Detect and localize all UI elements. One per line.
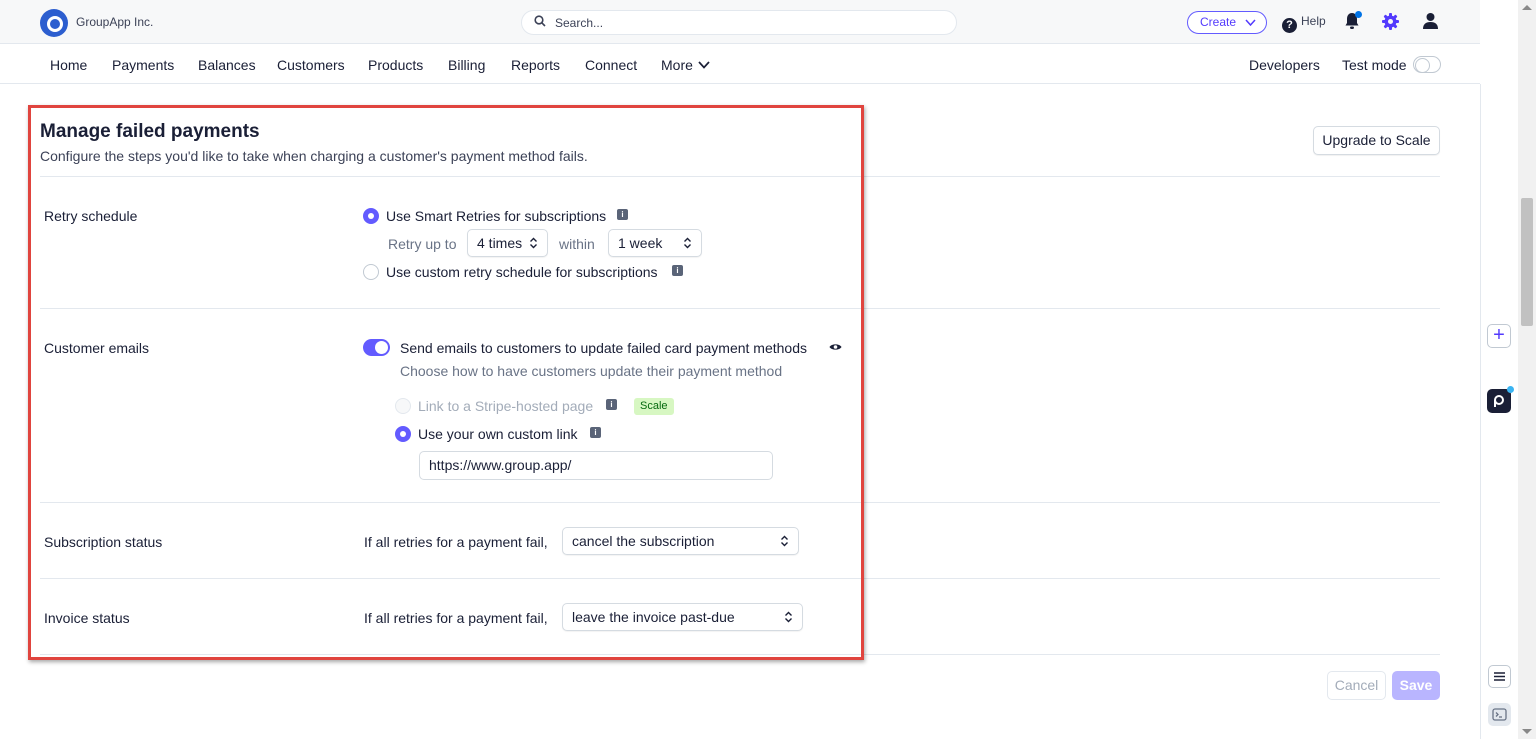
up-down-icon xyxy=(530,237,537,249)
up-down-icon xyxy=(785,611,792,623)
nav-more-label: More xyxy=(661,57,693,73)
custom-link-input[interactable]: https://www.group.app/ xyxy=(419,451,773,480)
invoice-status-select[interactable]: leave the invoice past-due xyxy=(562,603,803,631)
account-button[interactable] xyxy=(1422,12,1439,33)
up-down-icon xyxy=(781,535,788,547)
retry-times-value: 4 times xyxy=(477,235,523,251)
apps-button[interactable] xyxy=(1487,386,1514,413)
plus-icon: + xyxy=(1493,324,1505,346)
test-mode-toggle[interactable] xyxy=(1413,56,1441,73)
nav-item-balances[interactable]: Balances xyxy=(198,57,256,73)
custom-link-value: https://www.group.app/ xyxy=(429,457,572,473)
customer-emails-label: Customer emails xyxy=(44,340,150,356)
terminal-button[interactable] xyxy=(1488,703,1511,726)
create-button[interactable]: Create xyxy=(1187,11,1267,34)
search-bar[interactable]: Search... xyxy=(521,10,957,35)
subscription-prefix: If all retries for a payment fail, xyxy=(364,534,548,550)
divider xyxy=(40,578,1440,579)
nav-item-customers[interactable]: Customers xyxy=(277,57,345,73)
create-label: Create xyxy=(1200,15,1237,29)
page-subtitle: Configure the steps you'd like to take w… xyxy=(40,148,588,164)
company-name[interactable]: GroupApp Inc. xyxy=(76,15,153,29)
scroll-up-arrow[interactable] xyxy=(1522,5,1532,10)
save-button[interactable]: Save xyxy=(1392,671,1440,700)
send-emails-toggle[interactable] xyxy=(363,339,390,356)
subscription-status-select[interactable]: cancel the subscription xyxy=(562,527,799,555)
eye-icon[interactable] xyxy=(829,342,842,352)
help-button[interactable]: ? Help xyxy=(1282,14,1326,33)
main-nav: Home Payments Balances Customers Product… xyxy=(0,44,1480,84)
app-icon xyxy=(1494,395,1504,407)
list-icon xyxy=(1494,672,1505,681)
settings-button[interactable] xyxy=(1382,13,1399,33)
help-icon: ? xyxy=(1282,18,1297,33)
scale-badge: Scale xyxy=(634,398,674,415)
notifications-button[interactable] xyxy=(1344,11,1362,33)
subscription-status-label: Subscription status xyxy=(44,534,163,550)
company-logo[interactable] xyxy=(40,9,68,37)
cancel-button[interactable]: Cancel xyxy=(1327,671,1386,700)
retry-up-to-label: Retry up to xyxy=(388,236,457,252)
add-button[interactable]: + xyxy=(1487,324,1511,348)
app-status-dot xyxy=(1507,386,1514,393)
nav-item-connect[interactable]: Connect xyxy=(585,57,637,73)
info-icon[interactable]: i xyxy=(617,209,628,220)
invoice-prefix: If all retries for a payment fail, xyxy=(364,610,548,626)
info-icon[interactable]: i xyxy=(606,399,617,410)
retry-schedule-label: Retry schedule xyxy=(44,208,138,224)
nav-item-payments[interactable]: Payments xyxy=(112,57,174,73)
top-bar: GroupApp Inc. Search... Create ? Help xyxy=(0,0,1480,44)
search-icon xyxy=(534,15,546,27)
nav-item-developers[interactable]: Developers xyxy=(1249,57,1320,73)
smart-retries-label[interactable]: Use Smart Retries for subscriptions xyxy=(386,208,606,224)
custom-link-radio[interactable] xyxy=(395,426,411,442)
choose-method-text: Choose how to have customers update thei… xyxy=(400,363,783,379)
smart-retries-radio[interactable] xyxy=(363,208,379,224)
scroll-down-arrow[interactable] xyxy=(1522,729,1532,734)
retry-period-select[interactable]: 1 week xyxy=(608,229,702,257)
chevron-down-icon xyxy=(698,61,710,69)
retry-times-select[interactable]: 4 times xyxy=(467,229,548,257)
custom-link-label[interactable]: Use your own custom link xyxy=(418,426,578,442)
test-mode-label: Test mode xyxy=(1342,57,1407,73)
within-label: within xyxy=(559,236,595,252)
divider xyxy=(40,654,1440,655)
send-emails-label: Send emails to customers to update faile… xyxy=(400,340,807,356)
invoice-status-label: Invoice status xyxy=(44,610,130,626)
user-icon xyxy=(1423,13,1438,29)
divider xyxy=(40,502,1440,503)
divider xyxy=(40,176,1440,177)
retry-period-value: 1 week xyxy=(618,235,663,251)
help-label: Help xyxy=(1301,14,1326,28)
scroll-thumb[interactable] xyxy=(1521,198,1533,326)
nav-item-more[interactable]: More xyxy=(661,57,710,73)
subscription-status-value: cancel the subscription xyxy=(572,533,715,549)
upgrade-button[interactable]: Upgrade to Scale xyxy=(1313,126,1440,155)
up-down-icon xyxy=(684,237,691,249)
invoice-status-value: leave the invoice past-due xyxy=(572,609,735,625)
search-input[interactable]: Search... xyxy=(555,16,603,30)
chevron-down-icon xyxy=(1245,19,1256,27)
stripe-hosted-label: Link to a Stripe-hosted page xyxy=(418,398,594,414)
custom-retry-label[interactable]: Use custom retry schedule for subscripti… xyxy=(386,264,658,280)
nav-item-reports[interactable]: Reports xyxy=(511,57,560,73)
page-scrollbar[interactable] xyxy=(1518,0,1536,739)
notification-dot xyxy=(1355,11,1362,18)
page-title: Manage failed payments xyxy=(40,121,260,142)
nav-item-products[interactable]: Products xyxy=(368,57,423,73)
info-icon[interactable]: i xyxy=(590,427,601,438)
highlight-box xyxy=(28,105,864,660)
nav-item-home[interactable]: Home xyxy=(50,57,87,73)
list-button[interactable] xyxy=(1488,665,1511,688)
divider xyxy=(40,308,1440,309)
nav-item-billing[interactable]: Billing xyxy=(448,57,485,73)
gear-icon xyxy=(1382,13,1399,30)
info-icon[interactable]: i xyxy=(672,265,683,276)
terminal-icon xyxy=(1492,708,1507,721)
custom-retry-radio[interactable] xyxy=(363,264,379,280)
stripe-hosted-radio[interactable] xyxy=(395,398,411,414)
